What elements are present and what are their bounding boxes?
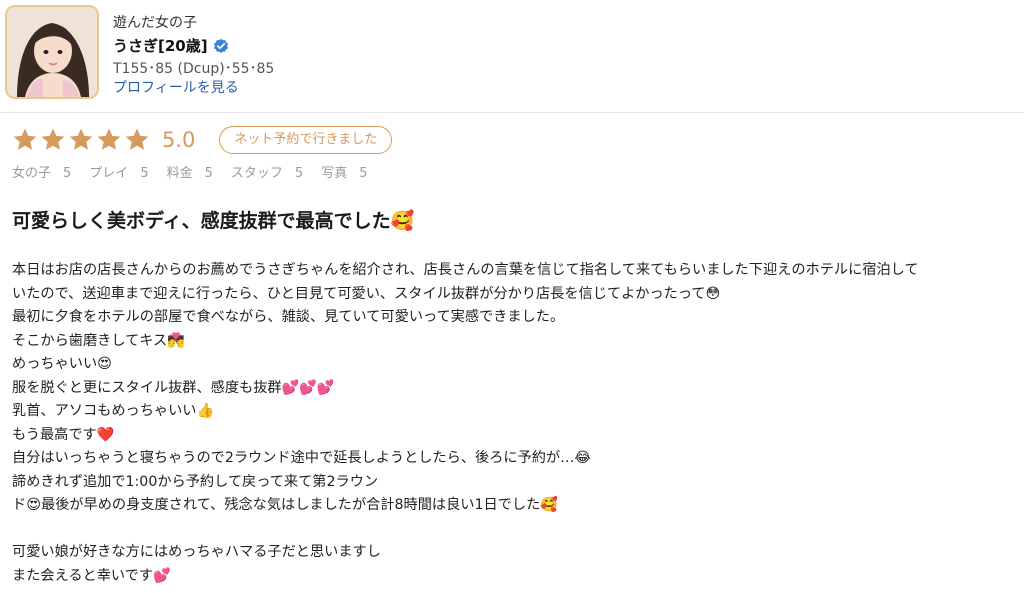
review-line: また会えると幸いです💕	[12, 567, 171, 584]
review-line: 最初に夕食をホテルの部屋で食べながら、雑談、見ていて可愛いって実感できました。	[12, 309, 565, 325]
girl-name[interactable]: うさぎ[20歳]	[113, 35, 208, 56]
review-blank-line	[12, 518, 1012, 542]
star-icon	[125, 128, 149, 150]
sub-score-girl: 女の子 5	[12, 166, 72, 181]
sub-score-price: 料金 5	[166, 166, 213, 181]
sub-scores: 女の子 5 プレイ 5 料金 5 スタッフ 5 写真 5	[12, 162, 385, 181]
avatar-photo	[7, 7, 97, 97]
review-line: 本日はお店の店長さんからのお薦めでうさぎちゃんを紹介され、店長さんの言葉を信じて…	[12, 262, 919, 278]
review-line: いたので、送迎車まで迎えに行ったら、ひと目見て可愛い、スタイル抜群が分かり店長を…	[12, 285, 721, 302]
sub-score-play: プレイ 5	[89, 166, 149, 181]
view-profile-link[interactable]: プロフィールを見る	[113, 77, 239, 97]
verified-check-icon	[213, 38, 228, 53]
rating-row: 5.0 ネット予約で行きました	[12, 125, 393, 155]
review-title: 可愛らしく美ボディ、感度抜群で最高でした🥰	[12, 210, 415, 232]
reservation-badge: ネット予約で行きました	[219, 126, 393, 154]
review-line: 諦めきれず追加で1:00から予約して戻って来て第2ラウン	[12, 473, 379, 490]
review-line: 服を脱ぐと更にスタイル抜群、感度も抜群💕💕💕	[12, 379, 335, 396]
review-line: そこから歯磨きしてキス💏	[12, 332, 185, 349]
girl-avatar[interactable]	[5, 5, 99, 99]
review-line: ド😍最後が早めの身支度されて、残念な気はしましたが合計8時間は良い1日でした🥰	[12, 497, 558, 513]
review-header: 遊んだ女の子 うさぎ[20歳] T155･85 (Dcup)･55･85 プロフ…	[0, 0, 1024, 113]
girl-name-row: うさぎ[20歳]	[113, 35, 229, 56]
sub-score-staff: スタッフ 5	[230, 166, 304, 181]
review-line: 可愛い娘が好きな方にはめっちゃハマる子だと思いますし	[12, 544, 381, 560]
rating-score: 5.0	[162, 128, 196, 152]
review-body: 本日はお店の店長さんからのお薦めでうさぎちゃんを紹介され、店長さんの言葉を信じて…	[12, 259, 1012, 588]
review-line: もう最高です❤️	[12, 426, 115, 443]
star-rating	[12, 127, 152, 153]
star-icon	[69, 128, 93, 150]
review-line: 自分はいっちゃうと寝ちゃうので2ラウンド途中で延長しようとしたら、後ろに予約が……	[12, 450, 591, 466]
girl-stats: T155･85 (Dcup)･55･85	[113, 61, 275, 77]
played-girl-caption: 遊んだ女の子	[113, 15, 197, 31]
star-icon	[97, 128, 121, 150]
star-icon	[41, 128, 65, 150]
star-icon	[13, 128, 37, 150]
sub-score-photo: 写真 5	[321, 166, 368, 181]
review-line: 乳首、アソコもめっちゃいい👍	[12, 403, 215, 419]
review-line: めっちゃいい😍	[12, 356, 112, 372]
